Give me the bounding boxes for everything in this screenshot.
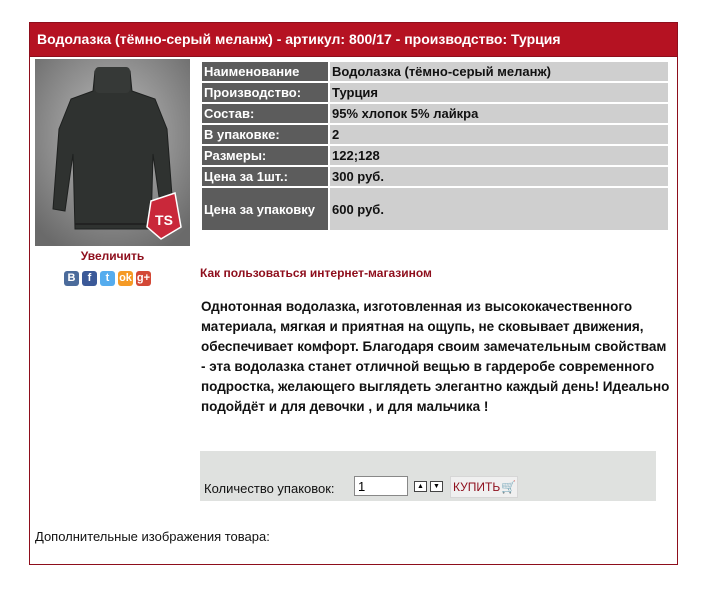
- google-plus-icon[interactable]: g+: [136, 271, 151, 286]
- spec-label: Цена за упаковку: [202, 188, 328, 230]
- spec-value: 95% хлопок 5% лайкра: [330, 104, 668, 123]
- enlarge-link[interactable]: Увеличить: [35, 249, 190, 263]
- spec-row: Цена за 1шт.: 300 руб.: [202, 167, 668, 186]
- spec-value: 2: [330, 125, 668, 144]
- spec-label: Цена за 1шт.:: [202, 167, 328, 186]
- product-panel: Водолазка (тёмно-серый меланж) - артикул…: [29, 22, 678, 565]
- social-share: Bf t ok g+: [64, 271, 151, 286]
- facebook-icon[interactable]: f: [82, 271, 97, 286]
- spec-label: Размеры:: [202, 146, 328, 165]
- spec-label: Наименование: [202, 62, 328, 81]
- svg-text:TS: TS: [155, 212, 173, 228]
- product-title: Водолазка (тёмно-серый меланж) - артикул…: [30, 23, 677, 57]
- spec-row: Состав: 95% хлопок 5% лайкра: [202, 104, 668, 123]
- spec-row: Наименование Водолазка (тёмно-серый мелан…: [202, 62, 668, 81]
- quantity-increase-icon[interactable]: ▲: [414, 481, 427, 492]
- quantity-decrease-icon[interactable]: ▼: [430, 481, 443, 492]
- product-description: Однотонная водолазка, изготовленная из в…: [201, 299, 670, 414]
- twitter-icon[interactable]: t: [100, 271, 115, 286]
- howto-link[interactable]: Как пользоваться интернет-магазином: [200, 266, 432, 280]
- quantity-input[interactable]: 1: [354, 476, 408, 496]
- spec-row: В упаковке: 2: [202, 125, 668, 144]
- buy-label: КУПИТЬ: [453, 480, 501, 494]
- extra-images-label: Дополнительные изображения товара:: [35, 529, 270, 544]
- quantity-label: Количество упаковок:: [204, 481, 335, 496]
- buy-button[interactable]: КУПИТЬ🛒: [450, 476, 518, 498]
- order-box: Количество упаковок: 1 ▲ ▼ КУПИТЬ🛒: [200, 451, 656, 501]
- spec-value: 600 руб.: [330, 188, 668, 230]
- spec-row: Цена за упаковку 600 руб.: [202, 188, 668, 230]
- spec-value: 300 руб.: [330, 167, 668, 186]
- spec-label: Производство:: [202, 83, 328, 102]
- spec-label: Состав:: [202, 104, 328, 123]
- spec-table: Наименование Водолазка (тёмно-серый мелан…: [200, 60, 670, 232]
- cart-icon: 🛒: [501, 480, 517, 494]
- spec-value: Турция: [330, 83, 668, 102]
- odnoklassniki-icon[interactable]: ok: [118, 271, 133, 286]
- spec-row: Производство: Турция: [202, 83, 668, 102]
- spec-value: 122;128: [330, 146, 668, 165]
- product-photo[interactable]: TS: [35, 59, 190, 246]
- vkontakte-icon[interactable]: B: [64, 271, 79, 286]
- spec-label: В упаковке:: [202, 125, 328, 144]
- turtleneck-image: TS: [35, 59, 190, 246]
- spec-value: Водолазка (тёмно-серый меланж): [330, 62, 668, 81]
- spec-row: Размеры: 122;128: [202, 146, 668, 165]
